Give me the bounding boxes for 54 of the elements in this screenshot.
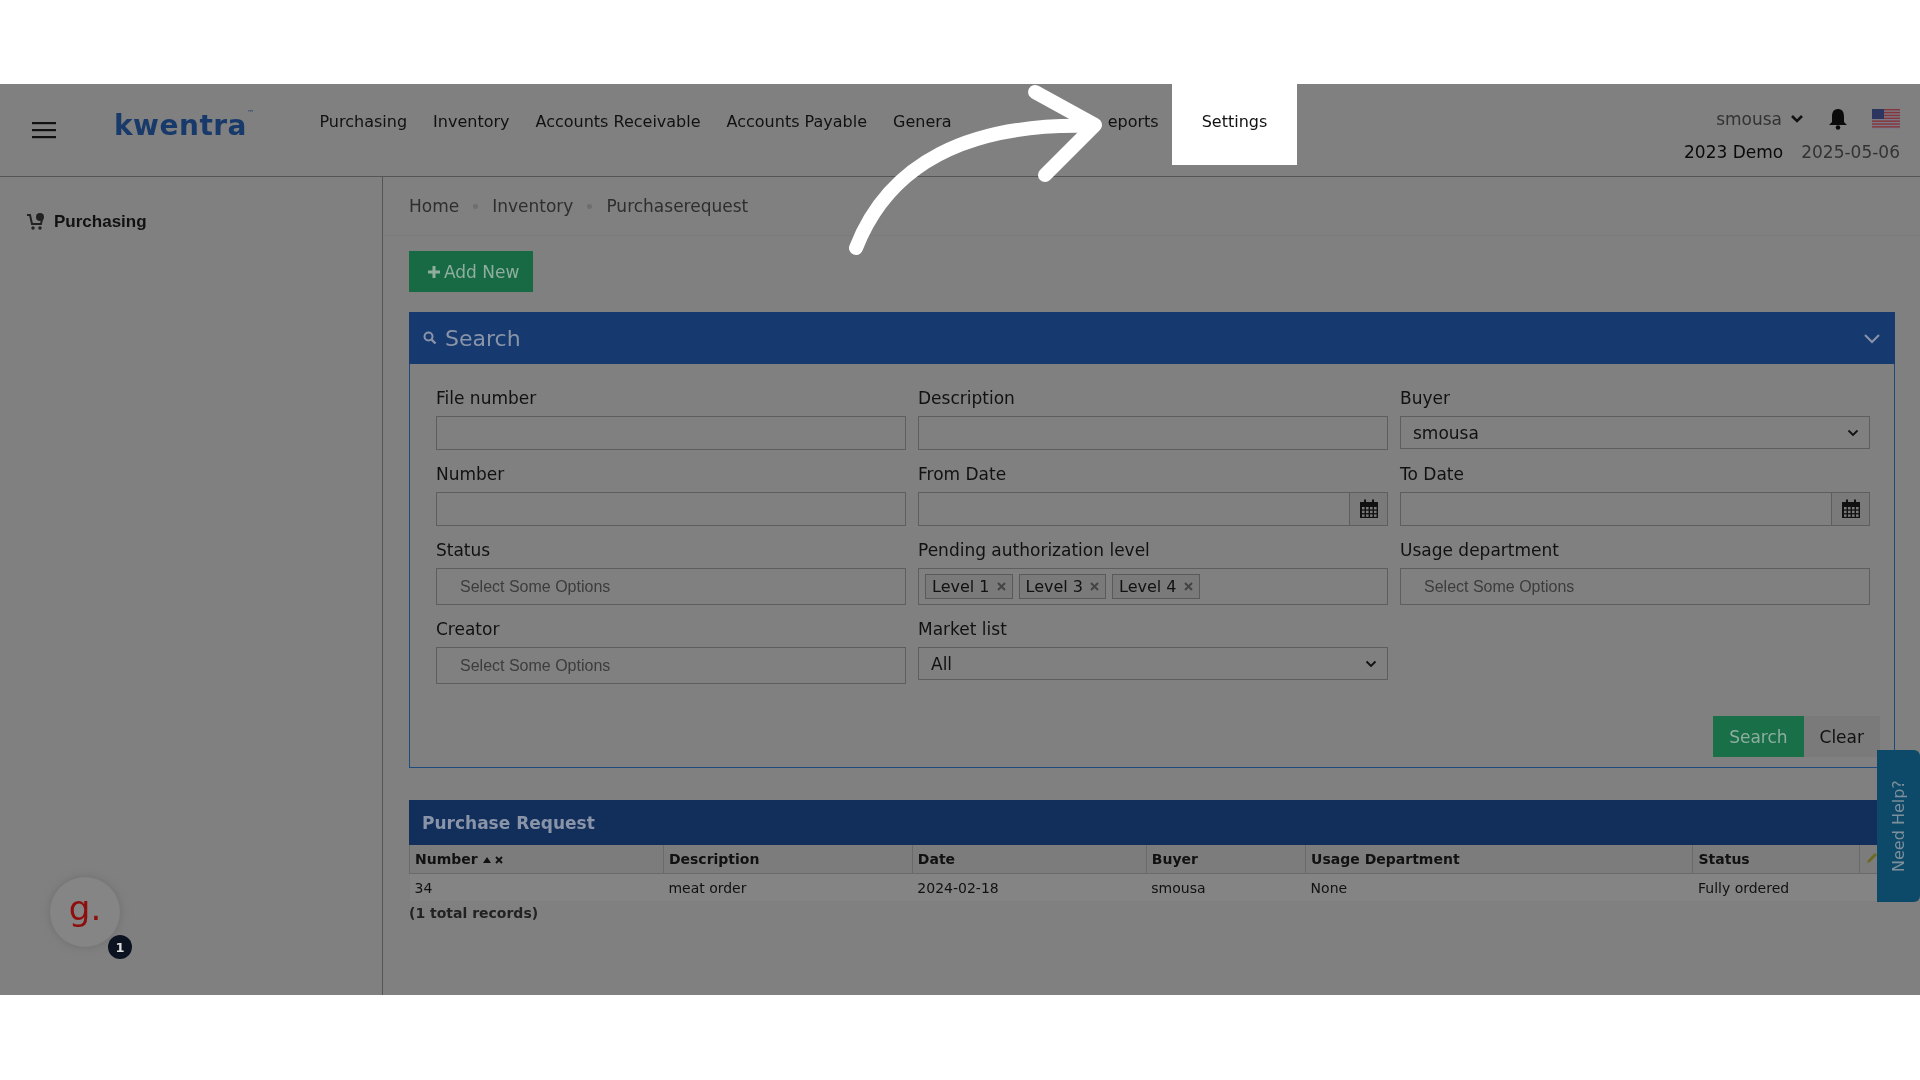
field-label: Description xyxy=(918,388,1015,408)
column-header[interactable]: Number xyxy=(409,845,664,874)
add-new-button[interactable]: Add New xyxy=(409,251,534,292)
dropdown-field[interactable]: All xyxy=(918,647,1388,680)
search-button[interactable]: Search xyxy=(1713,716,1804,757)
column-header[interactable]: Date xyxy=(912,845,1147,874)
selected-tag[interactable]: Level 3 xyxy=(1018,574,1106,599)
nav-item[interactable]: Genera xyxy=(880,84,965,165)
field-label: Status xyxy=(436,540,491,560)
panel-title: Search xyxy=(445,325,521,351)
column-header[interactable]: Usage Department xyxy=(1305,845,1693,874)
table-cell: 2024-02-18 xyxy=(912,873,1147,901)
nav-item[interactable]: Accounts Receivable xyxy=(522,84,714,165)
field-label: To Date xyxy=(1400,464,1464,484)
table-cell: smousa xyxy=(1146,873,1306,901)
nav-item[interactable]: eports xyxy=(1094,84,1172,165)
nav-item[interactable]: Purchasing xyxy=(306,84,421,165)
field-label: Number xyxy=(436,464,505,484)
user-menu[interactable]: smousa xyxy=(1716,109,1804,129)
multiselect-field[interactable]: Select Some Options xyxy=(436,647,906,684)
field-label: File number xyxy=(436,388,537,408)
nav-item[interactable]: Accounts Payable xyxy=(713,84,881,165)
table-cell: meat order xyxy=(663,873,913,901)
multiselect-field[interactable]: Select Some Options xyxy=(436,568,906,605)
field-label: From Date xyxy=(918,464,1007,484)
column-header[interactable]: Buyer xyxy=(1146,845,1306,874)
current-date: 2025-05-06 xyxy=(1801,142,1900,162)
nav-item[interactable]: Settings xyxy=(1171,84,1298,165)
multiselect-field[interactable]: Level 1 Level 3 Level 4 xyxy=(918,568,1388,605)
kwentra-logo[interactable]: kwentra$^{™}$ xyxy=(114,109,255,147)
company-name: 2023 Demo xyxy=(1684,142,1784,162)
table-cell: 34 xyxy=(409,873,664,901)
table-cell: None xyxy=(1305,873,1693,901)
breadcrumb-link[interactable]: Home xyxy=(409,196,460,216)
field-label: Pending authorization level xyxy=(918,540,1150,560)
field-label: Creator xyxy=(436,619,500,639)
dropdown-field[interactable]: smousa xyxy=(1400,416,1870,449)
nav-item[interactable]: Inventory xyxy=(420,84,523,165)
search-panel-header[interactable]: Search xyxy=(409,312,1895,364)
column-header[interactable]: Description xyxy=(663,845,913,874)
column-header[interactable]: Status xyxy=(1693,845,1860,874)
selected-tag[interactable]: Level 4 xyxy=(1112,574,1200,599)
sidebar-item[interactable]: Purchasing xyxy=(26,212,147,232)
breadcrumb-link[interactable]: Inventory xyxy=(492,196,574,216)
field-label: Market list xyxy=(918,619,1007,639)
notification-badge: 1 xyxy=(108,935,132,959)
multiselect-field[interactable]: Select Some Options xyxy=(1400,568,1870,605)
clear-button[interactable]: Clear xyxy=(1803,716,1880,757)
field-label: Buyer xyxy=(1400,388,1450,408)
record-count: (1 total records) xyxy=(409,905,539,921)
table-cell: Fully ordered xyxy=(1693,873,1860,901)
field-label: Usage department xyxy=(1400,540,1559,560)
breadcrumb-link[interactable]: Purchaserequest xyxy=(606,196,749,216)
selected-tag[interactable]: Level 1 xyxy=(925,574,1013,599)
